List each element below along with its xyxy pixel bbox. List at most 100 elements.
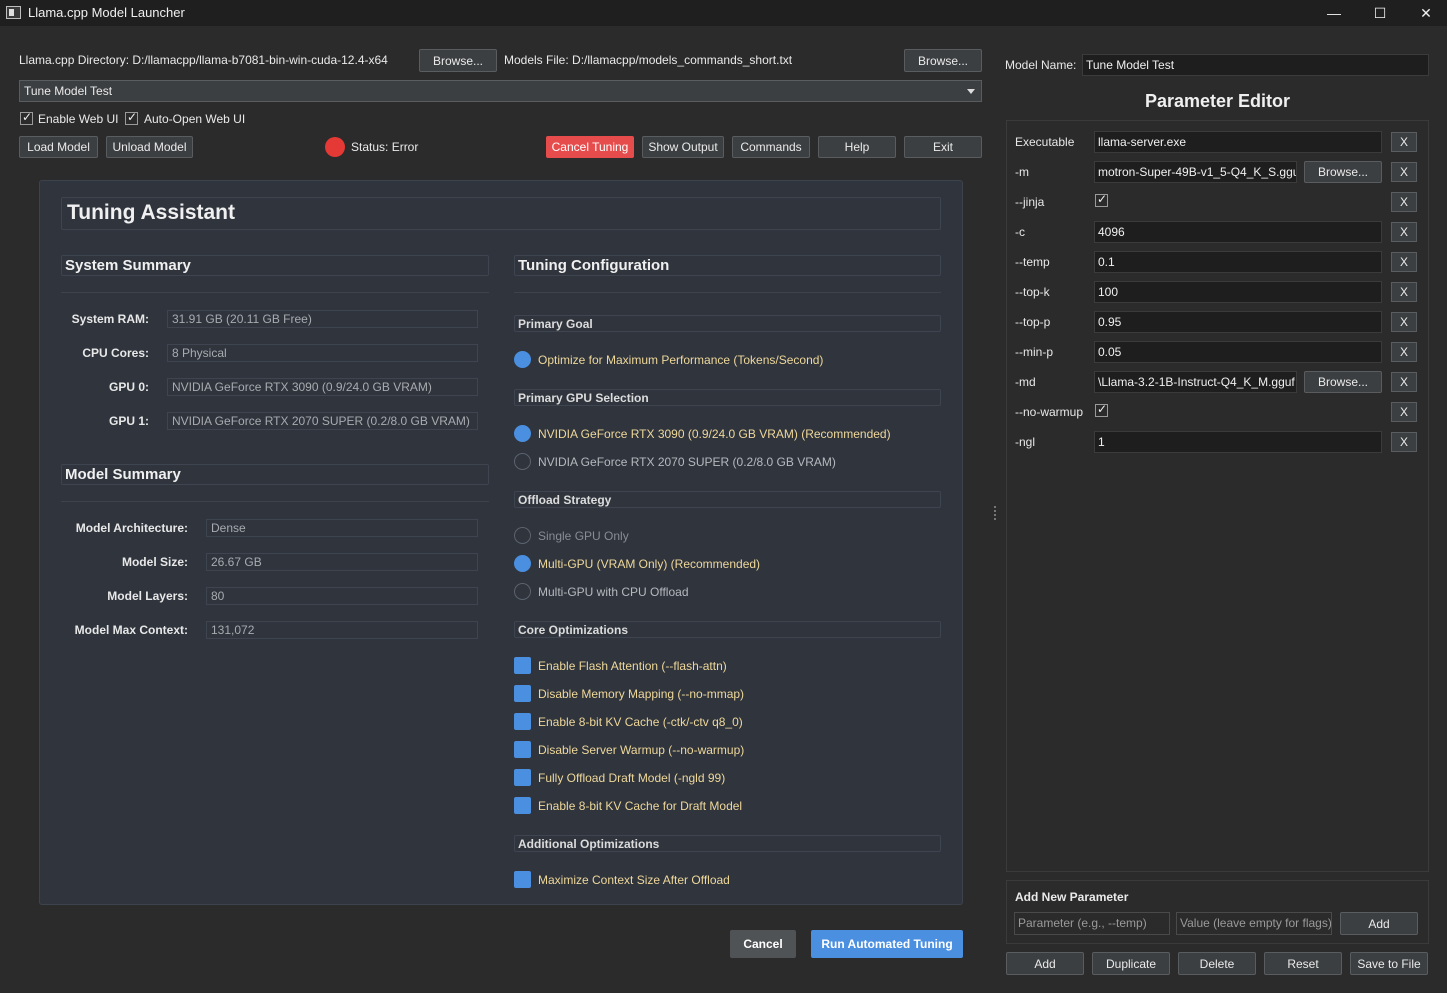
param-value-ngl[interactable]: 1 — [1094, 431, 1382, 453]
splitter-grip[interactable] — [994, 510, 996, 512]
offload-cpu-radio[interactable] — [514, 583, 531, 600]
new-param-value-input[interactable]: Value (leave empty for flags) — [1176, 912, 1332, 935]
tuning-assistant-title: Tuning Assistant — [67, 201, 235, 224]
param-name-min-p: --min-p — [1015, 345, 1053, 359]
enable-webui-label: Enable Web UI — [38, 112, 119, 126]
offload-draft-label[interactable]: Fully Offload Draft Model (-ngld 99) — [538, 771, 725, 785]
model-name-label: Model Name: — [1005, 58, 1077, 72]
delete-button[interactable]: Delete — [1178, 952, 1256, 975]
browse-models-file-button[interactable]: Browse... — [904, 49, 982, 72]
param-value-top-p[interactable]: 0.95 — [1094, 311, 1382, 333]
goal-option-label[interactable]: Optimize for Maximum Performance (Tokens… — [538, 353, 823, 367]
no-mmap-checkbox[interactable] — [514, 685, 531, 702]
minimize-icon[interactable]: — — [1311, 0, 1357, 26]
divider — [61, 292, 489, 293]
model-max-context-value: 131,072 — [206, 621, 478, 639]
remove-param-button[interactable]: X — [1391, 342, 1417, 362]
offload-single-gpu-radio — [514, 527, 531, 544]
kv-cache-label[interactable]: Enable 8-bit KV Cache (-ctk/-ctv q8_0) — [538, 715, 743, 729]
unload-model-button[interactable]: Unload Model — [106, 136, 193, 158]
draft-kv-cache-label[interactable]: Enable 8-bit KV Cache for Draft Model — [538, 799, 742, 813]
gpu-option1-label[interactable]: NVIDIA GeForce RTX 3090 (0.9/24.0 GB VRA… — [538, 427, 891, 441]
gpu-option1-radio[interactable] — [514, 425, 531, 442]
cancel-tuning-button[interactable]: Cancel Tuning — [546, 136, 634, 158]
gpu0-label: GPU 0: — [108, 380, 149, 394]
auto-open-webui-checkbox[interactable] — [125, 110, 138, 125]
window-title: Llama.cpp Model Launcher — [28, 5, 185, 20]
model-summary-title: Model Summary — [65, 466, 181, 483]
offload-cpu-label[interactable]: Multi-GPU with CPU Offload — [538, 585, 689, 599]
param-value-temp[interactable]: 0.1 — [1094, 251, 1382, 273]
param-value-c[interactable]: 4096 — [1094, 221, 1382, 243]
remove-param-button[interactable]: X — [1391, 372, 1417, 392]
duplicate-button[interactable]: Duplicate — [1092, 952, 1170, 975]
remove-param-button[interactable]: X — [1391, 192, 1417, 212]
param-name-no-warmup: --no-warmup — [1015, 405, 1084, 419]
splitter-grip[interactable] — [994, 514, 996, 516]
load-model-button[interactable]: Load Model — [19, 136, 98, 158]
browse-draft-model-button[interactable]: Browse... — [1304, 371, 1382, 393]
close-icon[interactable]: ✕ — [1403, 0, 1447, 26]
no-mmap-label[interactable]: Disable Memory Mapping (--no-mmap) — [538, 687, 744, 701]
model-select-dropdown[interactable]: Tune Model Test — [19, 80, 982, 102]
cancel-button[interactable]: Cancel — [730, 930, 796, 958]
max-context-checkbox[interactable] — [514, 871, 531, 888]
system-ram-value: 31.91 GB (20.11 GB Free) — [167, 310, 478, 328]
help-button[interactable]: Help — [818, 136, 896, 158]
enable-webui-checkbox[interactable] — [20, 110, 33, 125]
model-architecture-label: Model Architecture: — [75, 521, 188, 535]
param-jinja-checkbox[interactable] — [1095, 192, 1108, 207]
reset-button[interactable]: Reset — [1264, 952, 1342, 975]
new-param-name-input[interactable]: Parameter (e.g., --temp) — [1014, 912, 1170, 935]
gpu1-value: NVIDIA GeForce RTX 2070 SUPER (0.2/8.0 G… — [167, 412, 478, 430]
gpu-option2-label[interactable]: NVIDIA GeForce RTX 2070 SUPER (0.2/8.0 G… — [538, 455, 836, 469]
splitter-grip[interactable] — [994, 518, 996, 520]
remove-param-button[interactable]: X — [1391, 132, 1417, 152]
param-name-top-p: --top-p — [1015, 315, 1051, 329]
splitter-grip[interactable] — [994, 506, 996, 508]
remove-param-button[interactable]: X — [1391, 282, 1417, 302]
flash-attn-checkbox[interactable] — [514, 657, 531, 674]
offload-multi-gpu-radio[interactable] — [514, 555, 531, 572]
add-button[interactable]: Add — [1006, 952, 1084, 975]
no-warmup-checkbox[interactable] — [514, 741, 531, 758]
param-no-warmup-checkbox[interactable] — [1095, 402, 1108, 417]
run-automated-tuning-button[interactable]: Run Automated Tuning — [811, 930, 963, 958]
remove-param-button[interactable]: X — [1391, 402, 1417, 422]
remove-param-button[interactable]: X — [1391, 252, 1417, 272]
browse-directory-button[interactable]: Browse... — [419, 49, 497, 72]
max-context-label[interactable]: Maximize Context Size After Offload — [538, 873, 730, 887]
kv-cache-checkbox[interactable] — [514, 713, 531, 730]
offload-strategy-title: Offload Strategy — [518, 493, 612, 507]
param-name-c: -c — [1015, 225, 1025, 239]
param-name-jinja: --jinja — [1015, 195, 1045, 209]
offload-multi-gpu-label[interactable]: Multi-GPU (VRAM Only) (Recommended) — [538, 557, 760, 571]
remove-param-button[interactable]: X — [1391, 312, 1417, 332]
maximize-icon[interactable]: ☐ — [1357, 0, 1403, 26]
model-name-input[interactable]: Tune Model Test — [1082, 54, 1429, 76]
remove-param-button[interactable]: X — [1391, 432, 1417, 452]
commands-button[interactable]: Commands — [732, 136, 810, 158]
primary-goal-title: Primary Goal — [518, 317, 593, 331]
flash-attn-label[interactable]: Enable Flash Attention (--flash-attn) — [538, 659, 727, 673]
save-to-file-button[interactable]: Save to File — [1350, 952, 1428, 975]
browse-model-button[interactable]: Browse... — [1304, 161, 1382, 183]
gpu-option2-radio[interactable] — [514, 453, 531, 470]
primary-gpu-selection-title: Primary GPU Selection — [518, 391, 649, 405]
param-value-min-p[interactable]: 0.05 — [1094, 341, 1382, 363]
param-value-top-k[interactable]: 100 — [1094, 281, 1382, 303]
exit-button[interactable]: Exit — [904, 136, 982, 158]
remove-param-button[interactable]: X — [1391, 222, 1417, 242]
cpu-cores-value: 8 Physical — [167, 344, 478, 362]
remove-param-button[interactable]: X — [1391, 162, 1417, 182]
offload-draft-checkbox[interactable] — [514, 769, 531, 786]
param-value-executable[interactable]: llama-server.exe — [1094, 131, 1382, 153]
goal-radio[interactable] — [514, 351, 531, 368]
no-warmup-label[interactable]: Disable Server Warmup (--no-warmup) — [538, 743, 744, 757]
draft-kv-cache-checkbox[interactable] — [514, 797, 531, 814]
show-output-button[interactable]: Show Output — [642, 136, 724, 158]
model-layers-label: Model Layers: — [107, 589, 188, 603]
param-value-md[interactable]: \Llama-3.2-1B-Instruct-Q4_K_M.gguf — [1094, 371, 1297, 393]
add-new-param-button[interactable]: Add — [1340, 912, 1418, 935]
param-value-m[interactable]: motron-Super-49B-v1_5-Q4_K_S.gguf — [1094, 161, 1297, 183]
